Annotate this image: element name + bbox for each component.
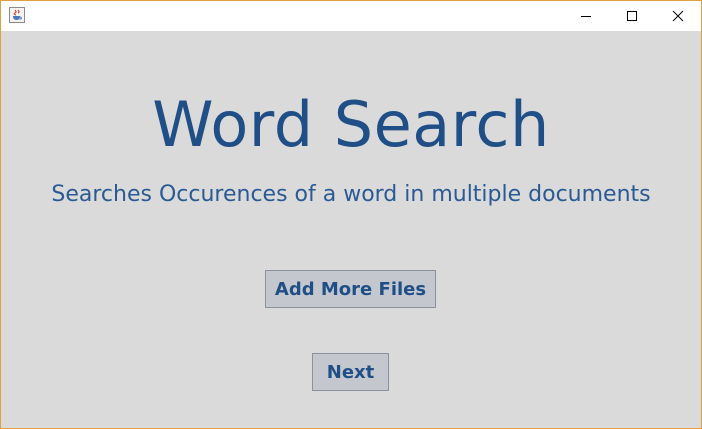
close-icon (672, 7, 684, 26)
title-bar[interactable] (1, 1, 701, 31)
app-window: Word Search Searches Occurences of a wor… (0, 0, 702, 429)
page-subtitle: Searches Occurences of a word in multipl… (51, 182, 651, 207)
maximize-icon (626, 7, 638, 26)
java-cup-icon[interactable] (9, 7, 25, 23)
page-title: Word Search (152, 88, 550, 161)
close-button[interactable] (655, 1, 701, 31)
next-button[interactable]: Next (312, 353, 389, 391)
main-panel: Word Search Searches Occurences of a wor… (1, 31, 701, 428)
add-more-files-button[interactable]: Add More Files (265, 270, 436, 308)
maximize-button[interactable] (609, 1, 655, 31)
minimize-icon (580, 7, 592, 26)
minimize-button[interactable] (563, 1, 609, 31)
